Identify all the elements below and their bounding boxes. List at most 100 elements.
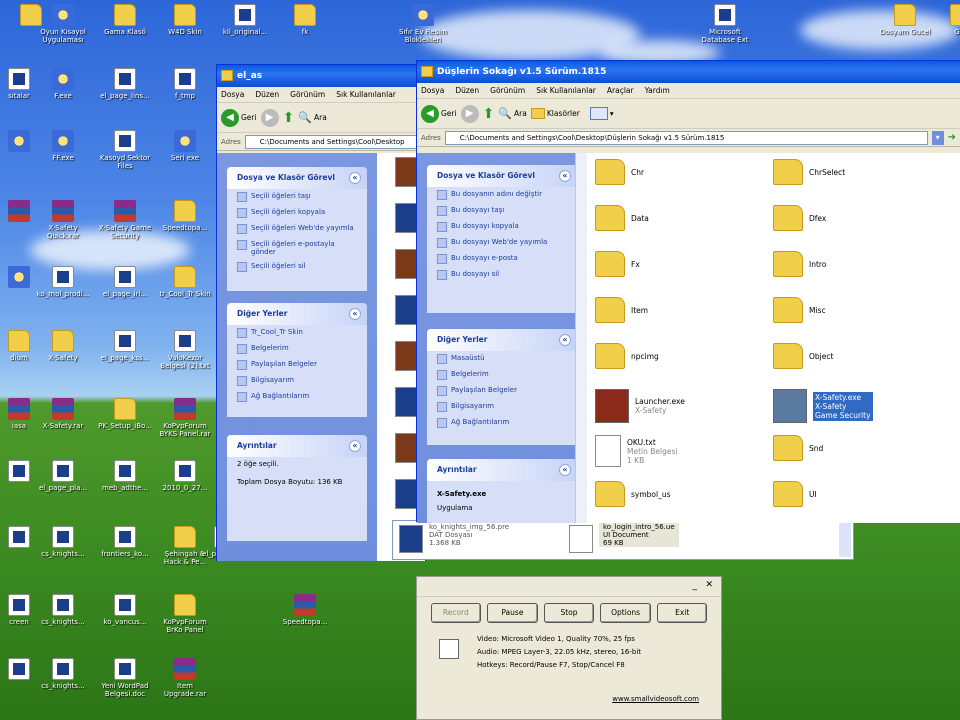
stop-button[interactable]: Stop: [544, 603, 594, 623]
window-titlebar[interactable]: el_as: [217, 65, 425, 87]
desktop-icon[interactable]: W4D Skin: [157, 4, 213, 36]
up-folder-icon[interactable]: ⬆: [483, 106, 495, 122]
file-item[interactable]: Data: [595, 205, 649, 231]
back-button[interactable]: ◀ Geri: [221, 108, 257, 127]
menu-item[interactable]: Dosya: [421, 86, 444, 95]
menu-item[interactable]: Sık Kullanılanlar: [536, 86, 596, 95]
desktop-icon[interactable]: kil_original...: [217, 4, 273, 36]
search-button[interactable]: 🔍 Ara: [498, 107, 527, 120]
desktop-icon[interactable]: tr_Cool_Tr Skin: [157, 266, 213, 298]
file-item[interactable]: symbol_us: [595, 481, 671, 507]
menu-item[interactable]: Düzen: [455, 86, 479, 95]
desktop-icon[interactable]: Speedtopa...: [157, 200, 213, 232]
task-link[interactable]: Seçili öğeleri sil: [227, 259, 367, 275]
task-link[interactable]: Bilgisayarım: [227, 373, 367, 389]
desktop-icon[interactable]: el_page_kss...: [97, 330, 153, 362]
desktop-icon[interactable]: X-Safety Quick.rar: [35, 200, 91, 240]
file-item[interactable]: UI: [773, 481, 817, 507]
desktop-icon[interactable]: KoPvpForum BYKS Panel.rar: [157, 398, 213, 438]
desktop-icon[interactable]: Oyun Kısayol Uygulaması: [35, 4, 91, 44]
collapse-chevron-icon[interactable]: «: [349, 308, 361, 320]
file-view[interactable]: Chr ChrSelect Data Dfex Fx Intro Item Misc npcim…: [587, 153, 960, 523]
task-link[interactable]: Seçili öğeleri taşı: [227, 189, 367, 205]
desktop-icon[interactable]: el_page_iri...: [97, 266, 153, 298]
menu-favorites[interactable]: Sık Kullanılanlar: [336, 90, 396, 99]
dialog-titlebar[interactable]: _ ✕: [417, 577, 721, 597]
back-button[interactable]: ◀ Geri: [421, 104, 457, 123]
desktop-icon[interactable]: PK_Setup_iBo...: [97, 398, 153, 430]
desktop-icon[interactable]: el_page_lins...: [97, 68, 153, 100]
collapse-chevron-icon[interactable]: «: [349, 172, 361, 184]
menu-item[interactable]: Görünüm: [490, 86, 525, 95]
exit-button[interactable]: Exit: [657, 603, 708, 623]
file-item[interactable]: Snd: [773, 435, 823, 461]
desktop-icon[interactable]: frontiers_ko...: [97, 526, 153, 558]
task-link[interactable]: Bu dosyanın adını değiştir: [427, 187, 577, 203]
task-link[interactable]: Bu dosyayı sil: [427, 267, 577, 283]
options-button[interactable]: Options: [599, 603, 652, 623]
file-item[interactable]: Launcher.exe X-Safety: [595, 389, 685, 423]
task-link[interactable]: Seçili öğeleri kopyala: [227, 205, 367, 221]
file-item[interactable]: OKU.txt Metin Belgesi 1 KB: [595, 435, 677, 467]
task-link[interactable]: Bu dosyayı taşı: [427, 203, 577, 219]
file-item[interactable]: Intro: [773, 251, 826, 277]
panel-header[interactable]: Diğer Yerler «: [227, 303, 367, 325]
task-link[interactable]: Paylaşılan Belgeler: [427, 383, 577, 399]
desktop-icon[interactable]: X-Safety Game Security: [97, 200, 153, 240]
views-button[interactable]: ▾: [589, 107, 614, 120]
task-link[interactable]: Tr_Cool_Tr Skin: [227, 325, 367, 341]
file-item[interactable]: ChrSelect: [773, 159, 845, 185]
file-item[interactable]: Fx: [595, 251, 640, 277]
file-item[interactable]: Misc: [773, 297, 826, 323]
record-button[interactable]: Record: [431, 603, 481, 623]
address-dropdown-icon[interactable]: ▾: [931, 130, 944, 145]
desktop-icon[interactable]: X-Safety: [35, 330, 91, 362]
file-item[interactable]: Item: [595, 297, 648, 323]
task-link[interactable]: Bu dosyayı e-posta: [427, 251, 577, 267]
file-item[interactable]: ko_login_intro_56.ue UI Document 69 KB: [599, 523, 679, 547]
desktop-icon[interactable]: Gec: [933, 4, 960, 36]
collapse-chevron-icon[interactable]: «: [559, 334, 571, 346]
desktop-icon[interactable]: Speedtopa...: [277, 594, 333, 626]
desktop-icon[interactable]: ko_vancus...: [97, 594, 153, 626]
forward-arrow-icon[interactable]: ▶: [460, 104, 479, 123]
close-icon[interactable]: ✕: [705, 580, 713, 590]
task-link[interactable]: Seçili öğeleri e-postayla gönder: [227, 237, 367, 259]
task-link[interactable]: Ağ Bağlantılarım: [427, 415, 577, 431]
address-input[interactable]: C:\Documents and Settings\Cool\Desktop\D…: [444, 130, 928, 145]
panel-header[interactable]: Dosya ve Klasör Görevl «: [227, 167, 367, 189]
task-link[interactable]: Bu dosyayı kopyala: [427, 219, 577, 235]
desktop-icon[interactable]: f_tmp: [157, 68, 213, 100]
task-link[interactable]: Bu dosyayı Web'de yayımla: [427, 235, 577, 251]
up-folder-icon[interactable]: ⬆: [283, 110, 295, 126]
panel-header[interactable]: Ayrıntılar «: [227, 435, 367, 457]
panel-header[interactable]: Diğer Yerler «: [427, 329, 577, 351]
file-item[interactable]: Dfex: [773, 205, 826, 231]
collapse-chevron-icon[interactable]: «: [349, 440, 361, 452]
panel-header[interactable]: Ayrıntılar «: [427, 459, 577, 481]
desktop-icon[interactable]: Yeni WordPad Belgesi.doc: [97, 658, 153, 698]
desktop-icon[interactable]: FF.exe: [35, 130, 91, 162]
file-item[interactable]: Chr: [595, 159, 644, 185]
collapse-chevron-icon[interactable]: «: [559, 170, 571, 182]
forward-arrow-icon[interactable]: ▶: [260, 108, 279, 127]
file-item[interactable]: Object: [773, 343, 833, 369]
scrollbar[interactable]: [839, 523, 851, 557]
desktop-icon[interactable]: 2010_0_27...: [157, 460, 213, 492]
menu-item[interactable]: Araçlar: [607, 86, 634, 95]
menu-file[interactable]: Dosya: [221, 90, 244, 99]
desktop-icon[interactable]: Seri exe: [157, 130, 213, 162]
desktop-icon[interactable]: Dosyam Gucel: [877, 4, 933, 36]
task-link[interactable]: Belgelerim: [227, 341, 367, 357]
search-button[interactable]: 🔍 Ara: [298, 111, 327, 124]
task-link[interactable]: Seçili öğeleri Web'de yayımla: [227, 221, 367, 237]
desktop-icon[interactable]: fk: [277, 4, 333, 36]
minimize-icon[interactable]: _: [693, 581, 698, 591]
panel-header[interactable]: Dosya ve Klasör Görevl «: [427, 165, 577, 187]
file-item[interactable]: X-Safety.exe X-Safety Game Security: [773, 389, 873, 423]
website-link[interactable]: www.smallvideosoft.com: [612, 695, 699, 703]
collapse-chevron-icon[interactable]: «: [559, 464, 571, 476]
desktop-icon[interactable]: Gama Klasö: [97, 4, 153, 36]
desktop-icon[interactable]: Item Upgrade.rar: [157, 658, 213, 698]
task-link[interactable]: Paylaşılan Belgeler: [227, 357, 367, 373]
